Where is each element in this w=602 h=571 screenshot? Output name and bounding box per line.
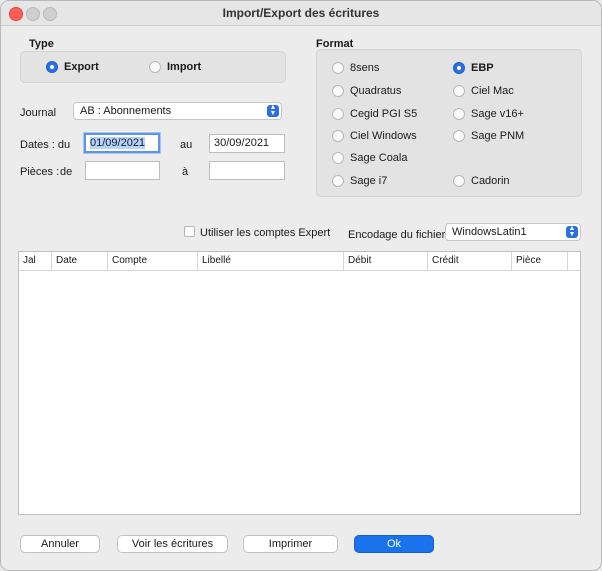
radio-format-cadorin[interactable]: Cadorin [453,175,510,187]
encoding-label: Encodage du fichier : [348,229,452,241]
radio-label: Cegid PGI S5 [350,108,418,120]
ok-button[interactable]: Ok [354,535,434,553]
column-header-jal[interactable]: Jal [19,252,52,270]
column-header-credit[interactable]: Crédit [428,252,512,270]
dates-to-label: au [180,139,193,151]
journal-select[interactable]: AB : Abonnements ▲ ▼ [73,102,282,120]
radio-format-8sens[interactable]: 8sens [332,62,379,74]
journal-label: Journal [20,107,57,119]
journal-value: AB : Abonnements [80,105,172,117]
radio-format-sage-v16[interactable]: Sage v16+ [453,108,524,120]
encoding-value: WindowsLatin1 [452,226,527,238]
date-to-field[interactable]: 30/09/2021 [209,134,285,153]
radio-indicator[interactable] [453,62,465,74]
encoding-select[interactable]: WindowsLatin1 ▲ ▼ [445,223,581,241]
radio-label: Cadorin [471,175,510,187]
print-button[interactable]: Imprimer [243,535,338,553]
radio-format-sage-coala[interactable]: Sage Coala [332,152,408,164]
radio-indicator[interactable] [332,62,344,74]
date-from-value: 01/09/2021 [90,137,146,149]
title-bar: Import/Export des écritures [1,1,601,26]
radio-label: Sage Coala [350,152,408,164]
chevron-updown-icon: ▲ ▼ [267,104,279,117]
use-expert-label: Utiliser les comptes Expert [200,227,331,239]
radio-export[interactable]: Export [46,61,99,73]
radio-format-ciel-mac[interactable]: Ciel Mac [453,85,514,97]
pieces-label: Pièces : [20,166,60,178]
radio-format-sage-i7[interactable]: Sage i7 [332,175,387,187]
pieces-de-label: de [60,166,73,178]
radio-label: Sage v16+ [471,108,524,120]
radio-label: Ciel Mac [471,85,514,97]
date-from-field[interactable]: 01/09/2021 [84,133,160,153]
radio-format-ebp[interactable]: EBP [453,62,494,74]
radio-label: Sage i7 [350,175,388,187]
radio-export-indicator[interactable] [46,61,58,73]
piece-to-field[interactable] [209,161,285,180]
radio-format-sage-pnm[interactable]: Sage PNM [453,130,524,142]
radio-indicator[interactable] [332,130,344,142]
radio-format-ciel-windows[interactable]: Ciel Windows [332,130,417,142]
dates-label: Dates : du [20,139,71,151]
radio-import-label: Import [167,61,202,73]
table-header: Jal Date Compte Libellé Débit Crédit Piè… [19,252,580,271]
column-header-debit[interactable]: Débit [344,252,428,270]
column-header-date[interactable]: Date [52,252,108,270]
column-header-compte[interactable]: Compte [108,252,198,270]
cancel-button[interactable]: Annuler [20,535,100,553]
piece-from-field[interactable] [85,161,160,180]
radio-label: EBP [471,62,494,74]
radio-label: Sage PNM [471,130,525,142]
radio-format-quadratus[interactable]: Quadratus [332,85,401,97]
entries-table[interactable]: Jal Date Compte Libellé Débit Crédit Piè… [18,251,581,515]
view-entries-button[interactable]: Voir les écritures [117,535,228,553]
chevron-updown-icon: ▲ ▼ [566,225,578,238]
radio-indicator[interactable] [453,85,465,97]
radio-indicator[interactable] [453,108,465,120]
radio-label: Ciel Windows [350,130,417,142]
column-header-piece[interactable]: Pièce [512,252,568,270]
radio-indicator[interactable] [332,152,344,164]
radio-import[interactable]: Import [149,61,201,73]
use-expert-checkbox[interactable] [184,226,195,237]
radio-format-cegid[interactable]: Cegid PGI S5 [332,108,417,120]
type-heading: Type [29,38,54,50]
radio-import-indicator[interactable] [149,61,161,73]
date-to-value: 30/09/2021 [214,137,270,149]
pieces-a-label: à [182,166,189,178]
window-title: Import/Export des écritures [222,6,380,20]
radio-indicator[interactable] [332,85,344,97]
radio-export-label: Export [64,61,99,73]
radio-indicator[interactable] [332,108,344,120]
radio-label: Quadratus [350,85,402,97]
radio-label: 8sens [350,62,380,74]
radio-indicator[interactable] [332,175,344,187]
radio-indicator[interactable] [453,130,465,142]
radio-indicator[interactable] [453,175,465,187]
column-header-libelle[interactable]: Libellé [198,252,344,270]
import-export-window: Import/Export des écritures Type Export … [0,0,602,571]
